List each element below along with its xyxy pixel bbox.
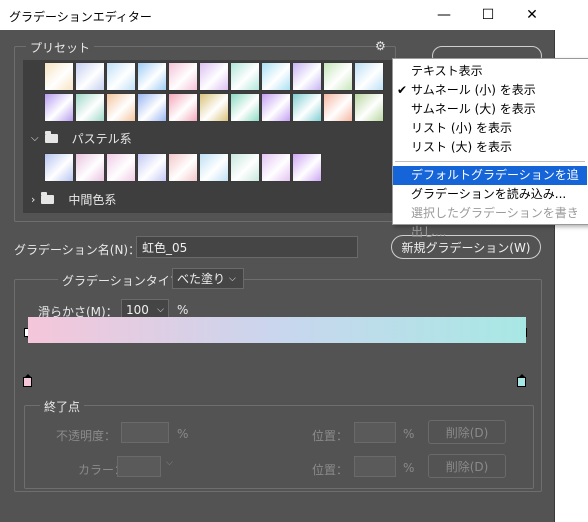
chevron-down-icon: ⌵ (229, 273, 236, 284)
folder-pastel[interactable]: ⌵ パステル系 (31, 127, 132, 149)
gradient-swatch[interactable] (292, 62, 322, 91)
folder-neutral[interactable]: › 中間色系 (31, 188, 116, 210)
color-location-input[interactable] (354, 456, 396, 477)
gradient-swatch[interactable] (106, 62, 136, 91)
gradient-swatch[interactable] (44, 62, 74, 91)
menu-item[interactable]: デフォルトグラデーションを追加... (393, 166, 587, 201)
gradient-swatch[interactable] (199, 153, 229, 182)
gradient-swatch[interactable] (75, 153, 105, 182)
preset-swatch-panel[interactable]: ⌵ パステル系 › 中間色系 (23, 60, 393, 213)
smoothness-unit: % (177, 303, 189, 317)
menu-item[interactable]: リスト (大) を表示 (393, 138, 587, 157)
checkmark-icon: ✔ (397, 83, 408, 97)
maximize-icon: ☐ (481, 7, 495, 23)
chevron-down-icon: ⌵ (31, 132, 39, 144)
color-swatch-input[interactable] (117, 456, 161, 477)
menu-item-label: テキスト表示 (411, 64, 483, 78)
color-stop-left[interactable] (23, 374, 32, 387)
menu-item[interactable]: テキスト表示 (393, 62, 587, 81)
menu-item-label: サムネール (大) を表示 (411, 102, 536, 116)
gradient-swatch[interactable] (292, 93, 322, 122)
gradient-swatch[interactable] (168, 62, 198, 91)
gradient-type-select[interactable]: べた塗り ⌵ (172, 268, 244, 289)
color-location-label: 位置： (312, 463, 349, 477)
gradient-swatch[interactable] (230, 153, 260, 182)
gradient-swatch[interactable] (137, 153, 167, 182)
opacity-unit: % (177, 427, 189, 441)
gradient-swatch[interactable] (323, 93, 353, 122)
gradient-swatch[interactable] (230, 93, 260, 122)
menu-item[interactable]: リスト (小) を表示 (393, 119, 587, 138)
chevron-right-icon: › (31, 192, 36, 206)
opacity-location-input[interactable] (354, 422, 396, 443)
gradient-swatch[interactable] (230, 62, 260, 91)
menu-item-label: サムネール (小) を表示 (411, 83, 536, 97)
gradient-swatch[interactable] (106, 153, 136, 182)
gradient-swatch[interactable] (168, 93, 198, 122)
maximize-button[interactable]: ☐ (466, 0, 510, 30)
presets-context-menu: テキスト表示 ✔ サムネール (小) を表示 サムネール (大) を表示 リスト (小)… (392, 58, 588, 239)
menu-item-label: リスト (大) を表示 (411, 140, 512, 154)
gradient-preview-bar[interactable] (28, 317, 526, 343)
presets-label: プリセット (26, 39, 95, 56)
menu-item-label: グラデーションを読み込み... (411, 187, 567, 201)
gradient-swatch[interactable] (323, 62, 353, 91)
minimize-button[interactable]: — (422, 0, 466, 30)
window-title: グラデーションエディター (9, 10, 152, 24)
gradient-name-label: グラデーション名(N)： (14, 243, 141, 257)
gradient-name-input[interactable]: 虹色_05 (136, 236, 358, 258)
title-bar: グラデーションエディター — ☐ ✕ (0, 0, 554, 30)
gradient-type-value: べた塗り (177, 272, 226, 286)
gradient-swatch[interactable] (199, 62, 229, 91)
gradient-swatch[interactable] (292, 153, 322, 182)
gradient-swatch[interactable] (137, 93, 167, 122)
gradient-swatch[interactable] (137, 62, 167, 91)
gradient-swatch[interactable] (354, 62, 384, 91)
opacity-label: 不透明度： (56, 429, 117, 443)
close-icon: ✕ (526, 7, 538, 23)
presets-gear-icon[interactable]: ⚙ (375, 39, 386, 53)
opacity-input[interactable] (121, 422, 169, 443)
gradient-swatch[interactable] (261, 62, 291, 91)
opacity-location-unit: % (403, 427, 415, 441)
chevron-down-icon: ⌵ (166, 458, 173, 468)
menu-item[interactable]: サムネール (大) を表示 (393, 100, 587, 119)
gradient-swatch[interactable] (261, 153, 291, 182)
gradient-swatch[interactable] (199, 93, 229, 122)
gradient-swatch[interactable] (261, 93, 291, 122)
opacity-delete-button[interactable]: 削除(D) (428, 420, 506, 444)
folder-icon (41, 191, 55, 204)
gradient-swatch[interactable] (106, 93, 136, 122)
folder-neutral-label: 中間色系 (68, 192, 117, 207)
menu-item-label: リスト (小) を表示 (411, 121, 512, 135)
chevron-down-icon: ⌵ (157, 304, 164, 315)
close-button[interactable]: ✕ (510, 0, 554, 30)
opacity-location-label: 位置： (312, 429, 349, 443)
menu-separator (395, 161, 585, 162)
stops-label: 終了点 (40, 398, 85, 415)
gradient-swatch[interactable] (44, 153, 74, 182)
folder-icon (44, 130, 58, 143)
gradient-swatch[interactable] (75, 62, 105, 91)
color-delete-button[interactable]: 削除(D) (428, 454, 506, 478)
menu-item: 選択したグラデーションを書き出し... (393, 204, 587, 239)
gradient-swatch[interactable] (75, 93, 105, 122)
minimize-icon: — (437, 7, 451, 23)
gradient-swatch[interactable] (44, 93, 74, 122)
gradient-swatch[interactable] (354, 93, 384, 122)
smoothness-value: 100 (126, 302, 149, 317)
color-location-unit: % (403, 461, 415, 475)
menu-item[interactable]: ✔ サムネール (小) を表示 (393, 81, 587, 100)
menu-item[interactable]: グラデーションを読み込み... (393, 185, 587, 204)
color-stop-right[interactable] (517, 374, 526, 387)
folder-pastel-label: パステル系 (71, 131, 132, 146)
gradient-swatch[interactable] (168, 153, 198, 182)
